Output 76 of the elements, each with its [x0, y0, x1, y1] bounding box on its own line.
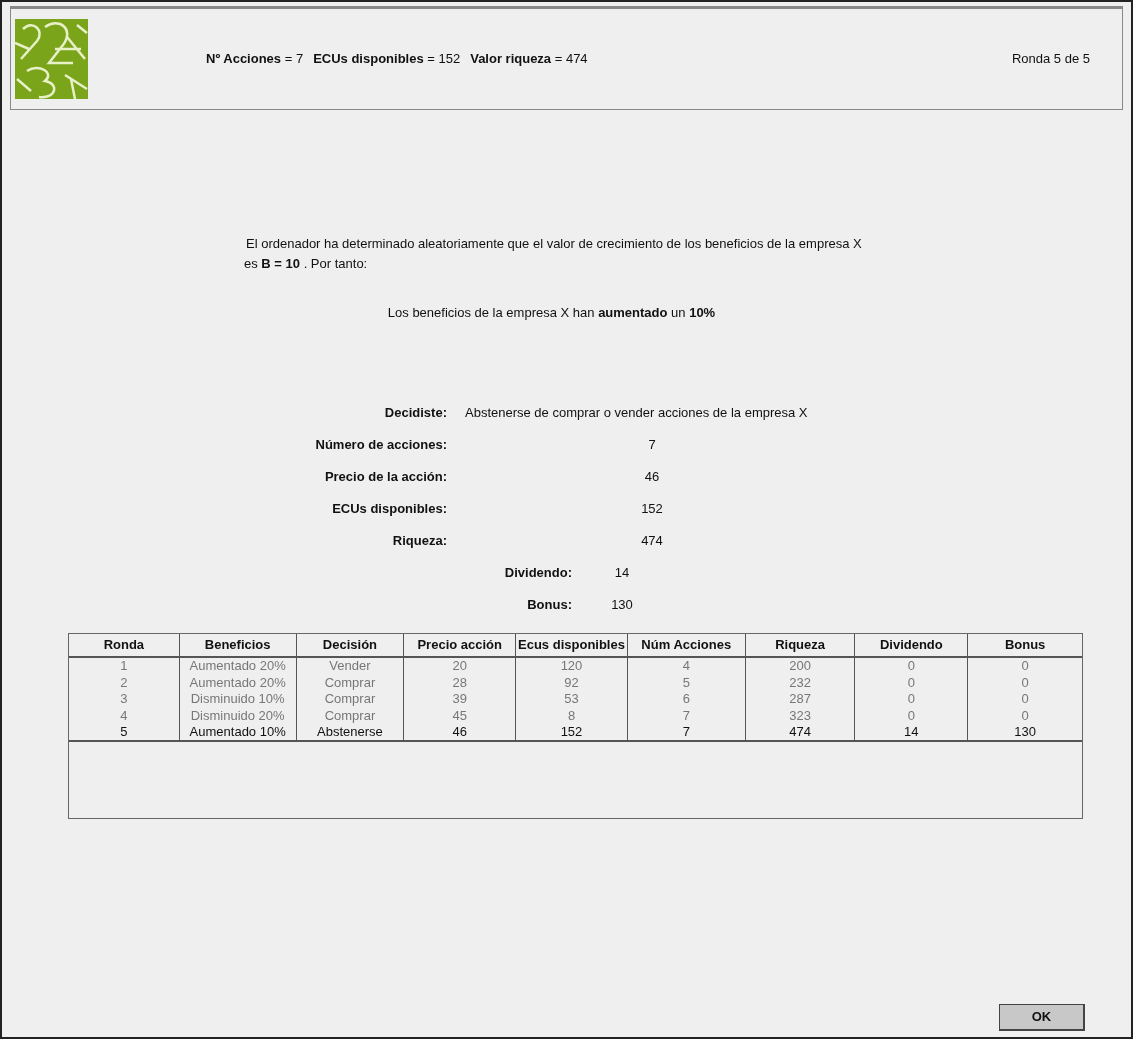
detail-label: Número de acciones: — [314, 435, 447, 454]
detail-label: Dividendo: — [503, 563, 572, 582]
table-cell: 14 — [854, 723, 968, 740]
table-cell: Aumentado 20% — [178, 657, 296, 674]
intro-text: El ordenador ha determinado aleatoriamente que el valor de crecimiento de los beneficios de la empresa X — [245, 235, 863, 253]
table-cell: 0 — [967, 690, 1082, 707]
detail-label: Riqueza: — [391, 531, 447, 550]
table-cell: Vender — [295, 657, 404, 674]
table-cell: 7 — [626, 723, 745, 740]
header-stat: Nº Acciones = 7 — [206, 50, 304, 69]
table-cell: 4 — [626, 657, 745, 674]
ok-button[interactable]: OK — [999, 1004, 1085, 1031]
column-header: Decisión — [295, 633, 404, 656]
column-header: Ecus disponibles — [515, 633, 627, 656]
table-cell: 6 — [626, 690, 745, 707]
table-cell: 46 — [403, 723, 516, 740]
column-header: Ronda — [102, 635, 146, 654]
table-cell: 8 — [515, 707, 627, 724]
round-indicator: Ronda 5 de 5 — [1011, 50, 1090, 69]
table-cell: 287 — [744, 690, 855, 707]
table-cell: Disminuido 20% — [178, 707, 296, 724]
detail-value: 130 — [610, 595, 634, 614]
detail-value: 14 — [613, 563, 631, 582]
detail-label: Bonus: — [526, 595, 572, 614]
header-stat: Valor riqueza = 474 — [470, 50, 588, 69]
table-cell-text: 3 — [119, 690, 129, 707]
table-cell: 120 — [515, 657, 627, 674]
column-header: Precio acción — [403, 633, 516, 656]
detail-value: 152 — [640, 499, 664, 518]
column-header: Núm Acciones — [626, 633, 745, 656]
table-cell: 152 — [515, 723, 627, 740]
table-cell: 7 — [626, 707, 745, 724]
detail-label: ECUs disponibles: — [331, 499, 447, 518]
detail-value: 46 — [643, 467, 661, 486]
table-cell: Abstenerse — [295, 723, 404, 740]
detail-value: 7 — [647, 435, 657, 454]
table-cell: 5 — [626, 674, 745, 691]
table-cell: Comprar — [295, 674, 404, 691]
table-cell: 0 — [854, 690, 968, 707]
table-cell-text: 2 — [119, 674, 129, 691]
column-header: Bonus — [967, 633, 1082, 656]
table-cell: Aumentado 20% — [178, 674, 296, 691]
table-cell: 28 — [403, 674, 516, 691]
table-cell: 323 — [744, 707, 855, 724]
table-cell: 0 — [967, 674, 1082, 691]
column-header: Dividendo — [854, 633, 968, 656]
column-header: Beneficios — [178, 633, 296, 656]
table-cell: 53 — [515, 690, 627, 707]
header-stat: ECUs disponibles = 152 — [313, 50, 461, 69]
table-cell: 0 — [854, 707, 968, 724]
detail-value: 474 — [640, 531, 664, 550]
table-cell: Comprar — [295, 707, 404, 724]
table-cell: Comprar — [295, 690, 404, 707]
table-cell: 200 — [744, 657, 855, 674]
detail-label: Precio de la acción: — [323, 467, 447, 486]
table-cell: 130 — [967, 723, 1082, 740]
table-cell: 92 — [515, 674, 627, 691]
table-cell-text: 1 — [119, 657, 129, 674]
table-cell: 39 — [403, 690, 516, 707]
table-cell: 474 — [744, 723, 855, 740]
table-cell: 20 — [403, 657, 516, 674]
table-cell: 232 — [744, 674, 855, 691]
table-cell-text: 4 — [119, 707, 129, 724]
table-cell: Aumentado 10% — [178, 723, 296, 740]
detail-value: Abstenerse de comprar o vender acciones de la empresa X — [465, 403, 808, 422]
table-cell: 0 — [854, 657, 968, 674]
result-text: Los beneficios de la empresa X han aumentado un 10% — [387, 304, 716, 322]
detail-label: Decidiste: — [383, 403, 447, 422]
table-cell: 45 — [403, 707, 516, 724]
intro-text: es B = 10 . Por tanto: — [243, 254, 369, 273]
table-cell-text: 5 — [119, 723, 129, 740]
column-header: Riqueza — [744, 633, 855, 656]
table-cell: 0 — [967, 657, 1082, 674]
table-cell: Disminuido 10% — [178, 690, 296, 707]
table-cell: 0 — [967, 707, 1082, 724]
table-cell: 0 — [854, 674, 968, 691]
